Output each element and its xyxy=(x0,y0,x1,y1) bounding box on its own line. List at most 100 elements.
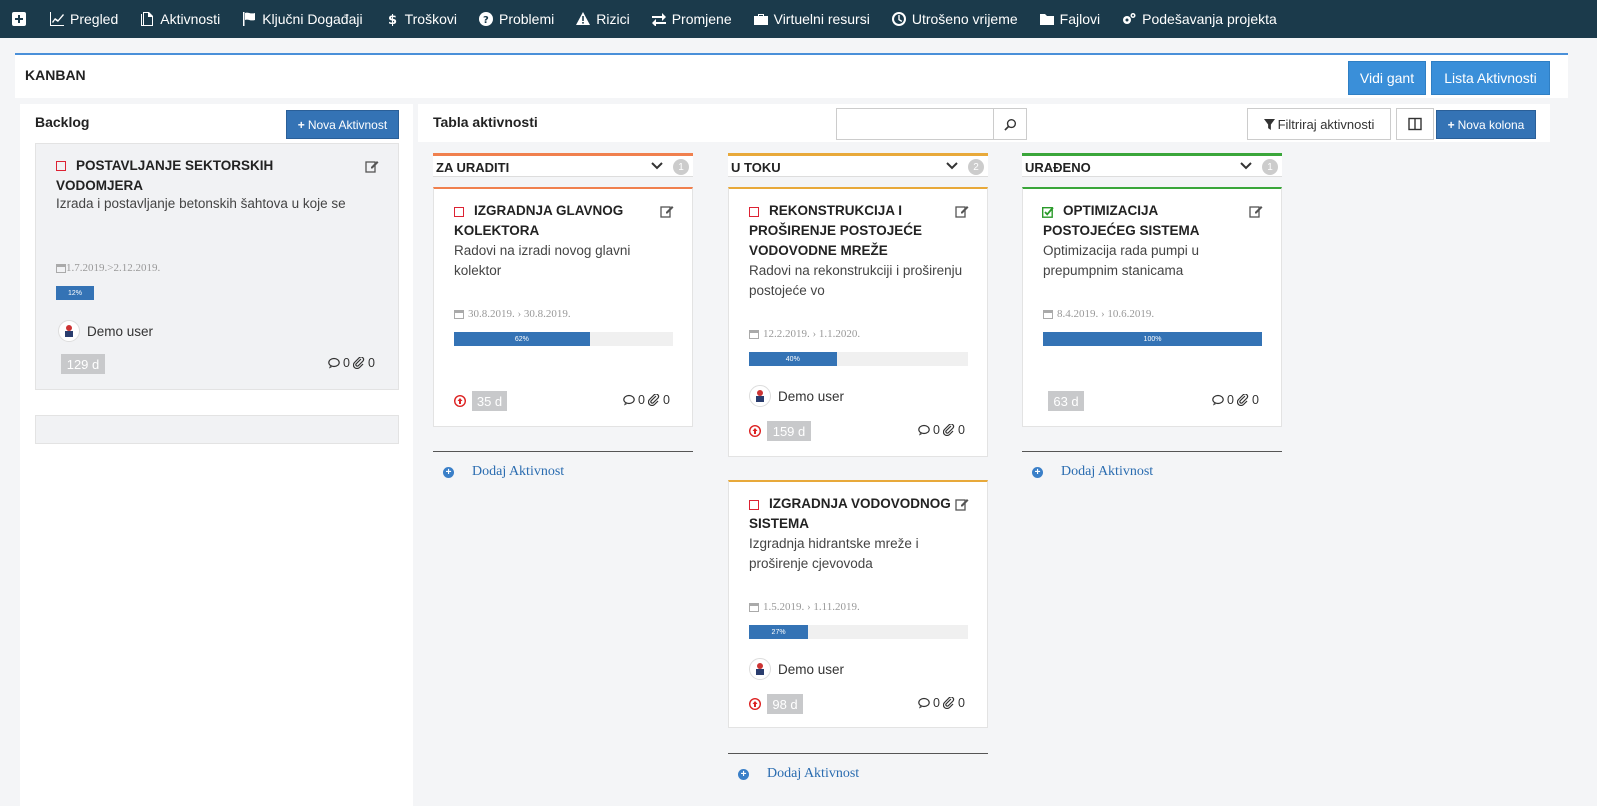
card-title-line: VODOVODNE MREŽE xyxy=(749,243,888,258)
comment-icon xyxy=(328,357,340,369)
new-column-button[interactable]: + Nova kolona xyxy=(1436,110,1536,139)
folder-icon xyxy=(1039,14,1054,25)
avatar xyxy=(749,658,771,680)
add-activity-link[interactable]: + Dodaj Aktivnost xyxy=(738,766,859,782)
nav-troskovi[interactable]: $ Troškovi xyxy=(385,11,457,27)
nav-promjene[interactable]: Promjene xyxy=(651,11,732,27)
card-description: Radovi na izradi novog glavni kolektor xyxy=(454,241,674,281)
activity-list-button[interactable]: Lista Aktivnosti xyxy=(1431,61,1550,95)
card-title-line: OPTIMIZACIJA xyxy=(1063,203,1159,218)
card-title-line: VODOMJERA xyxy=(56,178,144,193)
card-dates: 12.2.2019. › 1.1.2020. xyxy=(749,328,860,340)
activity-card[interactable]: IZGRADNJA VODOVODNOG SISTEMA Izgradnja h… xyxy=(728,480,988,728)
card-title: POSTAVLJANJE SEKTORSKIH VODOMJERA xyxy=(56,156,356,196)
activity-card[interactable]: IZGRADNJA GLAVNOG KOLEKTORA Radovi na iz… xyxy=(433,187,693,427)
column-name: ZA URADITI xyxy=(436,160,510,175)
chevron-down-icon[interactable] xyxy=(946,160,958,172)
card-title-line: KOLEKTORA xyxy=(454,223,540,238)
card-title-line: IZGRADNJA VODOVODNOG xyxy=(769,496,951,511)
divider xyxy=(728,753,988,754)
user-name: Demo user xyxy=(778,661,845,677)
chevron-down-icon[interactable] xyxy=(1240,160,1252,172)
progress-bar: 40% xyxy=(749,352,968,366)
days-badge: 98 d xyxy=(767,694,803,714)
add-activity-link[interactable]: + Dodaj Aktivnost xyxy=(1032,464,1153,480)
user-name: Demo user xyxy=(87,323,154,339)
progress-fill: 40% xyxy=(749,352,837,366)
filter-button[interactable]: Filtriraj aktivnosti xyxy=(1247,108,1391,140)
column-header: URAĐENO 1 xyxy=(1022,153,1282,177)
card-title: IZGRADNJA VODOVODNOG SISTEMA xyxy=(749,494,974,534)
column-name: URAĐENO xyxy=(1025,160,1091,175)
nav-virtuelni-resursi[interactable]: Virtuelni resursi xyxy=(753,11,870,27)
nav-podesavanja-projekta[interactable]: Podešavanja projekta xyxy=(1122,11,1277,27)
cogs-icon xyxy=(1123,13,1136,24)
card-desc-line: prepumpnim stanicama xyxy=(1043,263,1184,278)
card-title-line: REKONSTRUKCIJA I xyxy=(769,203,903,218)
exchange-icon xyxy=(651,13,666,26)
nav-label: Virtuelni resursi xyxy=(773,11,870,27)
new-activity-button[interactable]: + Nova Aktivnost xyxy=(286,110,399,139)
edit-icon[interactable] xyxy=(660,204,674,218)
nav-pregled[interactable]: Pregled xyxy=(50,11,118,27)
nav-label: Fajlovi xyxy=(1059,11,1101,27)
paperclip-icon xyxy=(352,357,365,369)
gantt-button[interactable]: Vidi gant xyxy=(1348,61,1426,95)
add-icon[interactable] xyxy=(12,12,32,26)
user-avatar-icon xyxy=(756,390,764,402)
card-title: OPTIMIZACIJA POSTOJEĆEG SISTEMA xyxy=(1043,201,1253,241)
nav-kljucni-dogadjaji[interactable]: Ključni Događaji xyxy=(242,11,363,27)
backlog-empty-slot xyxy=(35,415,399,444)
dates-text: 12.2.2019. › 1.1.2020. xyxy=(763,328,861,340)
search-button[interactable] xyxy=(993,108,1027,140)
comment-icon xyxy=(1212,394,1224,406)
filter-label: Filtriraj aktivnosti xyxy=(1277,116,1375,132)
nav-rizici[interactable]: Rizici xyxy=(576,11,630,27)
edit-icon[interactable] xyxy=(955,497,969,511)
comment-count: 0 xyxy=(343,356,350,370)
edit-icon[interactable] xyxy=(955,204,969,218)
card-title-line: IZGRADNJA GLAVNOG xyxy=(474,203,624,218)
priority-high-icon xyxy=(749,698,761,710)
filter-icon xyxy=(1263,118,1275,130)
nav-fajlovi[interactable]: Fajlovi xyxy=(1039,11,1101,27)
add-activity-link[interactable]: + Dodaj Aktivnost xyxy=(443,464,564,480)
search-input[interactable] xyxy=(836,108,994,140)
chevron-down-icon[interactable] xyxy=(651,160,663,172)
backlog-card[interactable]: POSTAVLJANJE SEKTORSKIH VODOMJERA Izrada… xyxy=(35,143,399,390)
plus-circle-icon: + xyxy=(738,768,749,780)
activity-card[interactable]: OPTIMIZACIJA POSTOJEĆEG SISTEMA Optimiza… xyxy=(1022,187,1282,427)
calendar-icon xyxy=(1043,310,1053,319)
top-nav: Pregled Aktivnosti Ključni Događaji $ Tr… xyxy=(0,0,1597,38)
nav-problemi[interactable]: ? Problemi xyxy=(478,11,554,27)
avatar xyxy=(749,385,771,407)
nav-label: Ključni Događaji xyxy=(262,11,363,27)
briefcase-icon xyxy=(753,14,768,25)
progress-bar: 27% xyxy=(749,625,968,639)
card-desc-line: kolektor xyxy=(454,263,502,278)
nav-label: Utrošeno vrijeme xyxy=(911,11,1018,27)
card-description: Izrada i postavljanje betonskih šahtova … xyxy=(56,196,346,211)
card-description: Radovi na rekonstrukciji i proširenju po… xyxy=(749,261,984,301)
card-desc-line: Izgradnja hidrantske mreže i xyxy=(749,536,919,551)
edit-icon[interactable] xyxy=(1249,204,1263,218)
days-badge: 129 d xyxy=(61,354,105,374)
card-description: Izgradnja hidrantske mreže i proširenje … xyxy=(749,534,984,574)
nav-aktivnosti[interactable]: Aktivnosti xyxy=(140,11,220,27)
card-dates: 8.4.2019. › 10.6.2019. xyxy=(1043,308,1154,320)
card-stats: 0 0 xyxy=(915,423,965,437)
attachment-count: 0 xyxy=(662,393,670,407)
edit-icon[interactable] xyxy=(365,159,379,173)
nav-utroseno-vrijeme[interactable]: Utrošeno vrijeme xyxy=(891,11,1018,27)
columns-toggle-button[interactable] xyxy=(1396,108,1434,140)
add-activity-label: Dodaj Aktivnost xyxy=(472,464,565,479)
progress-fill: 62% xyxy=(454,332,590,346)
backlog-title: Backlog xyxy=(35,114,90,130)
new-activity-label: Nova Aktivnost xyxy=(307,117,388,132)
activity-card[interactable]: REKONSTRUKCIJA I PROŠIRENJE POSTOJEĆE VO… xyxy=(728,187,988,457)
card-title-line: SISTEMA xyxy=(749,516,810,531)
progress-fill: 100% xyxy=(1043,332,1262,346)
plus-circle-icon: + xyxy=(1032,466,1043,478)
priority-high-icon xyxy=(454,395,466,407)
card-title: REKONSTRUKCIJA I PROŠIRENJE POSTOJEĆE VO… xyxy=(749,201,974,261)
